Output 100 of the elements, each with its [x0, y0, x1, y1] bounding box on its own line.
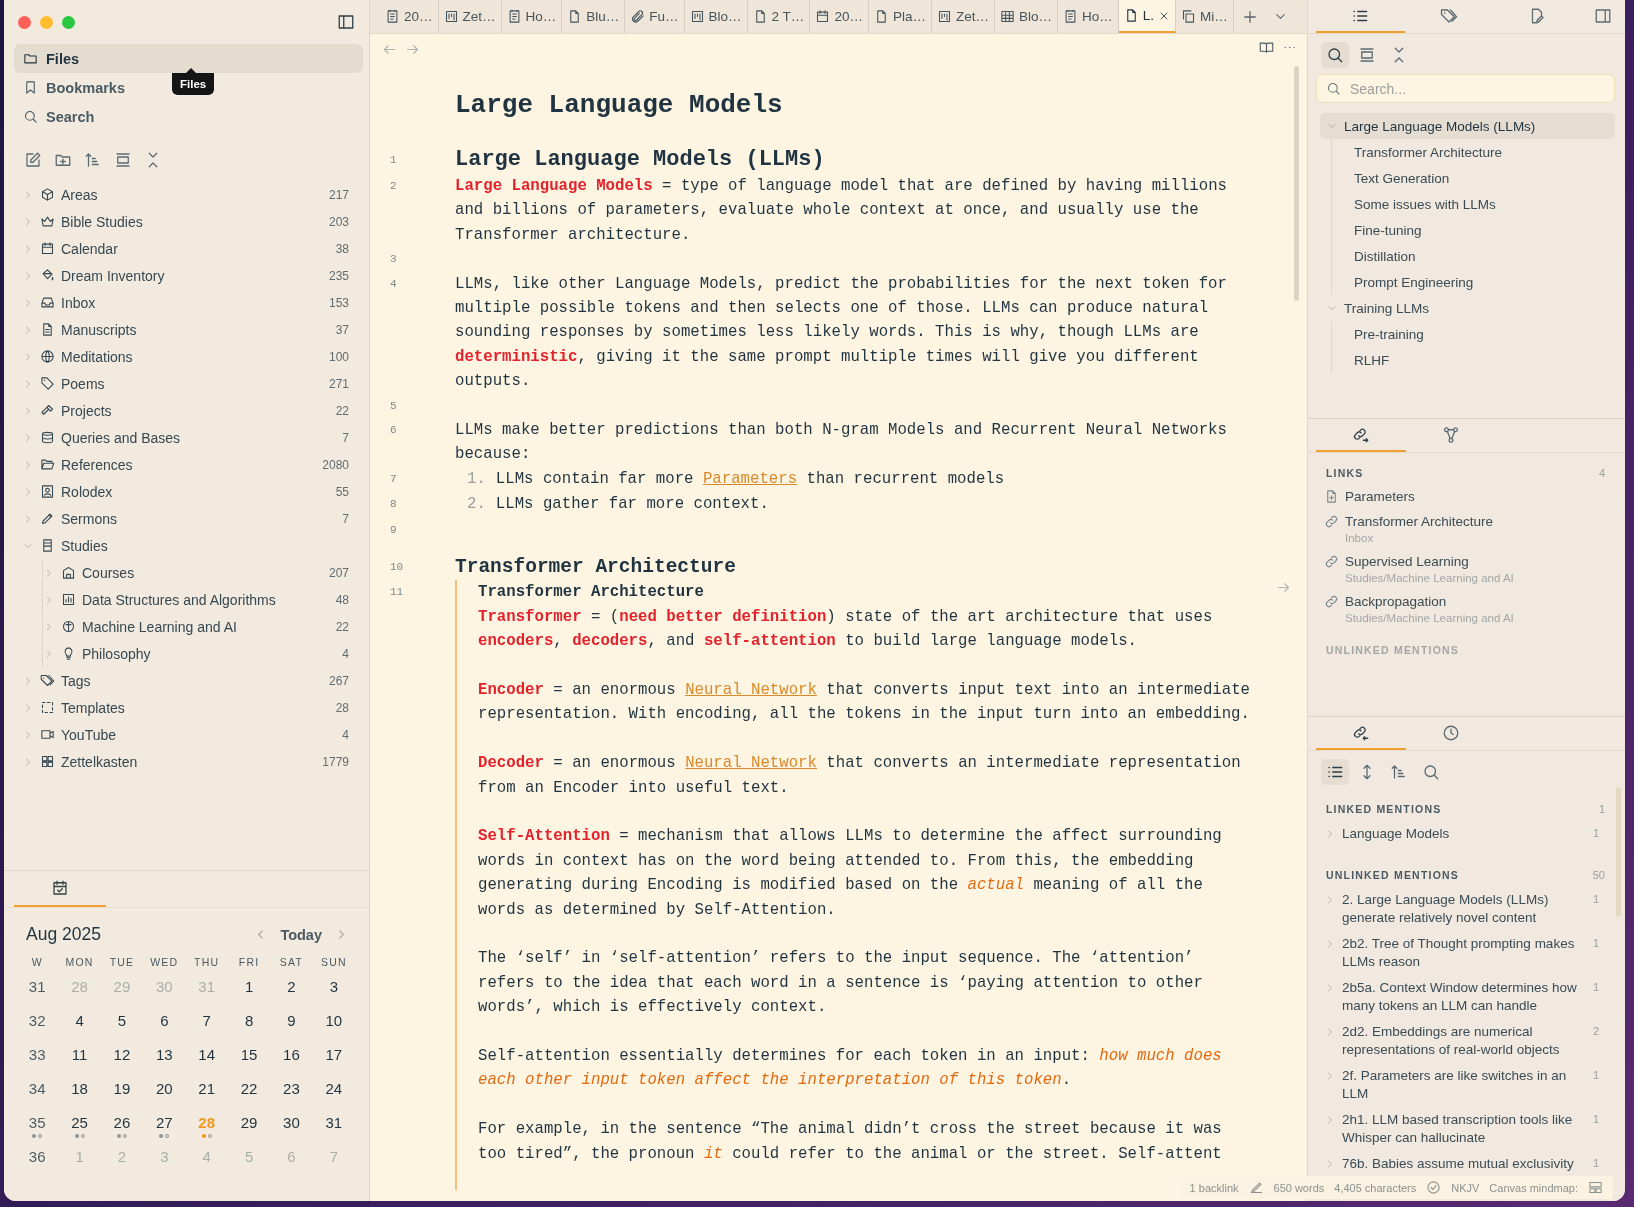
folder-item[interactable]: Studies [22, 532, 349, 559]
editor-tab[interactable]: Zet… [438, 0, 502, 33]
editor-tab[interactable]: Pla… [868, 0, 932, 33]
mention-item[interactable]: 2d2. Embeddings are numerical representations of real-world objects 2 [1308, 1019, 1625, 1063]
folder-item[interactable]: Meditations 100 [22, 343, 349, 370]
outgoing-link[interactable]: Backpropagation Studies/Machine Learning and AI [1308, 590, 1625, 630]
folder-item[interactable]: Philosophy 4 [43, 640, 349, 667]
folder-item[interactable]: Areas 217 [22, 181, 349, 208]
sidebar-nav-item[interactable]: Files [14, 44, 363, 73]
mention-item[interactable]: 2b2. Tree of Thought prompting makes LLMs reason 1 [1308, 931, 1625, 975]
auto-reveal-icon[interactable] [114, 151, 132, 169]
reading-view-icon[interactable] [1259, 39, 1274, 55]
editor-tab[interactable]: Ho… [501, 0, 563, 33]
folder-item[interactable]: Calendar 38 [22, 235, 349, 262]
calendar-day[interactable]: 10 [325, 1012, 343, 1030]
mention-item[interactable]: Language Models 1 [1308, 821, 1625, 847]
calendar-day[interactable]: 17 [325, 1046, 343, 1064]
calendar-day[interactable]: 9 [287, 1012, 296, 1030]
pencil-icon[interactable] [1248, 1180, 1264, 1195]
calendar-day[interactable]: 1 [244, 978, 254, 996]
folder-item[interactable]: Courses 207 [43, 559, 349, 586]
calendar-day[interactable]: 5 [117, 1012, 127, 1030]
editor-tab[interactable]: Mi… [1176, 0, 1234, 33]
calendar-day[interactable]: 11 [71, 1046, 88, 1064]
calendar-day[interactable]: 13 [155, 1046, 173, 1064]
scrollbar[interactable] [1294, 66, 1299, 301]
today-button[interactable]: Today [276, 926, 326, 943]
calendar-day[interactable]: 22 [240, 1080, 258, 1098]
calendar-day[interactable]: 4 [75, 1012, 84, 1030]
editor-tab[interactable]: L. [1118, 0, 1176, 33]
mention-item[interactable]: 2f. Parameters are like switches in an LLM 1 [1308, 1063, 1625, 1107]
editor-tab[interactable]: Blu… [562, 0, 626, 33]
calendar-day[interactable]: 7 [202, 1012, 211, 1030]
folder-item[interactable]: Manuscripts 37 [22, 316, 349, 343]
folder-item[interactable]: Projects 22 [22, 397, 349, 424]
editor-tab[interactable]: Ho… [1057, 0, 1119, 33]
folder-item[interactable]: Zettelkasten 1779 [22, 748, 349, 775]
outline-heading[interactable]: Transformer Architecture [1354, 139, 1615, 165]
calendar-day[interactable]: 21 [198, 1080, 216, 1098]
calendar-day[interactable]: 14 [198, 1046, 216, 1064]
folder-item[interactable]: Poems 271 [22, 370, 349, 397]
calendar-day[interactable]: 16 [283, 1046, 300, 1064]
mention-item[interactable]: 2b5a. Context Window determines how many tokens an LLM can handle 1 [1308, 975, 1625, 1019]
calendar-day[interactable]: 27 [155, 1114, 173, 1132]
outgoing-link[interactable]: Transformer Architecture Inbox [1308, 510, 1625, 550]
outline-heading[interactable]: Large Language Models (LLMs) [1320, 113, 1615, 139]
folder-item[interactable]: Machine Learning and AI 22 [43, 613, 349, 640]
folder-item[interactable]: Queries and Bases 7 [22, 424, 349, 451]
calendar-day[interactable]: 6 [160, 1012, 169, 1030]
layout-icon[interactable] [1588, 1180, 1603, 1195]
calendar-day[interactable]: 29 [240, 1114, 258, 1132]
calendar-day[interactable]: 23 [283, 1080, 300, 1098]
sidebar-toggle-icon[interactable] [337, 13, 355, 31]
calendar-day[interactable]: 31 [325, 1114, 343, 1132]
outline-heading[interactable]: Text Generation [1354, 165, 1615, 191]
outgoing-link[interactable]: Parameters [1308, 485, 1625, 510]
folder-item[interactable]: YouTube 4 [22, 721, 349, 748]
editor-tab[interactable]: 20… [380, 0, 439, 33]
outline-heading[interactable]: Distillation [1354, 243, 1615, 269]
outgoing-link[interactable]: Supervised Learning Studies/Machine Learning and AI [1308, 550, 1625, 590]
outline-heading[interactable]: Prompt Engineering [1354, 269, 1615, 295]
calendar-day[interactable]: 19 [113, 1080, 131, 1098]
search-field[interactable]: Search... [1316, 74, 1615, 103]
outline-tool-button[interactable] [1321, 42, 1349, 68]
editor-tab[interactable]: Fu… [625, 0, 685, 33]
outline-heading[interactable]: Training LLMs [1320, 295, 1615, 321]
calendar-day[interactable]: 8 [244, 1012, 254, 1030]
editor-tab[interactable]: Blo… [994, 0, 1058, 33]
backlink-tool-button[interactable] [1321, 759, 1349, 785]
sort-icon[interactable] [84, 151, 102, 169]
sidebar-nav-item[interactable]: Search [14, 102, 104, 131]
calendar-day[interactable]: 25 [71, 1114, 88, 1132]
folder-item[interactable]: Templates 28 [22, 694, 349, 721]
editor-tab[interactable]: 2 T… [747, 0, 811, 33]
folder-item[interactable]: Data Structures and Algorithms 48 [43, 586, 349, 613]
close-button[interactable] [18, 15, 31, 29]
editor-tab[interactable]: 20… [810, 0, 869, 33]
folder-item[interactable]: Dream Inventory 235 [22, 262, 349, 289]
outline-heading[interactable]: Some issues with LLMs [1354, 191, 1615, 217]
calendar-day[interactable]: 20 [155, 1080, 173, 1098]
calendar-day[interactable]: 30 [283, 1114, 300, 1132]
folder-item[interactable]: Inbox 153 [22, 289, 349, 316]
folder-item[interactable]: Bible Studies 203 [22, 208, 349, 235]
calendar-day[interactable]: 12 [113, 1046, 131, 1064]
outline-heading[interactable]: Pre-training [1354, 321, 1615, 347]
folder-item[interactable]: Rolodex 55 [22, 478, 349, 505]
zoom-button[interactable] [62, 15, 75, 29]
mention-item[interactable]: 2h1. LLM based transcription tools like Whisper can hallucinate 1 [1308, 1107, 1625, 1151]
sidebar-nav-item[interactable]: Bookmarks [14, 73, 134, 102]
outline-heading[interactable]: RLHF [1354, 347, 1615, 373]
editor-tab[interactable]: Blo… [684, 0, 748, 33]
mention-item[interactable]: 76b. Babies assume mutual exclusivity 1 [1308, 1151, 1625, 1177]
folder-item[interactable]: Sermons 7 [22, 505, 349, 532]
mention-item[interactable]: 2. Large Language Models (LLMs) generate relatively novel content 1 [1308, 887, 1625, 931]
calendar-day[interactable]: 18 [71, 1080, 88, 1098]
scrollbar[interactable] [1616, 787, 1621, 917]
new-note-icon[interactable] [24, 151, 42, 169]
calendar-day[interactable]: 24 [325, 1080, 343, 1098]
calendar-day[interactable]: 15 [240, 1046, 258, 1064]
editor-tab[interactable]: Zet… [931, 0, 995, 33]
